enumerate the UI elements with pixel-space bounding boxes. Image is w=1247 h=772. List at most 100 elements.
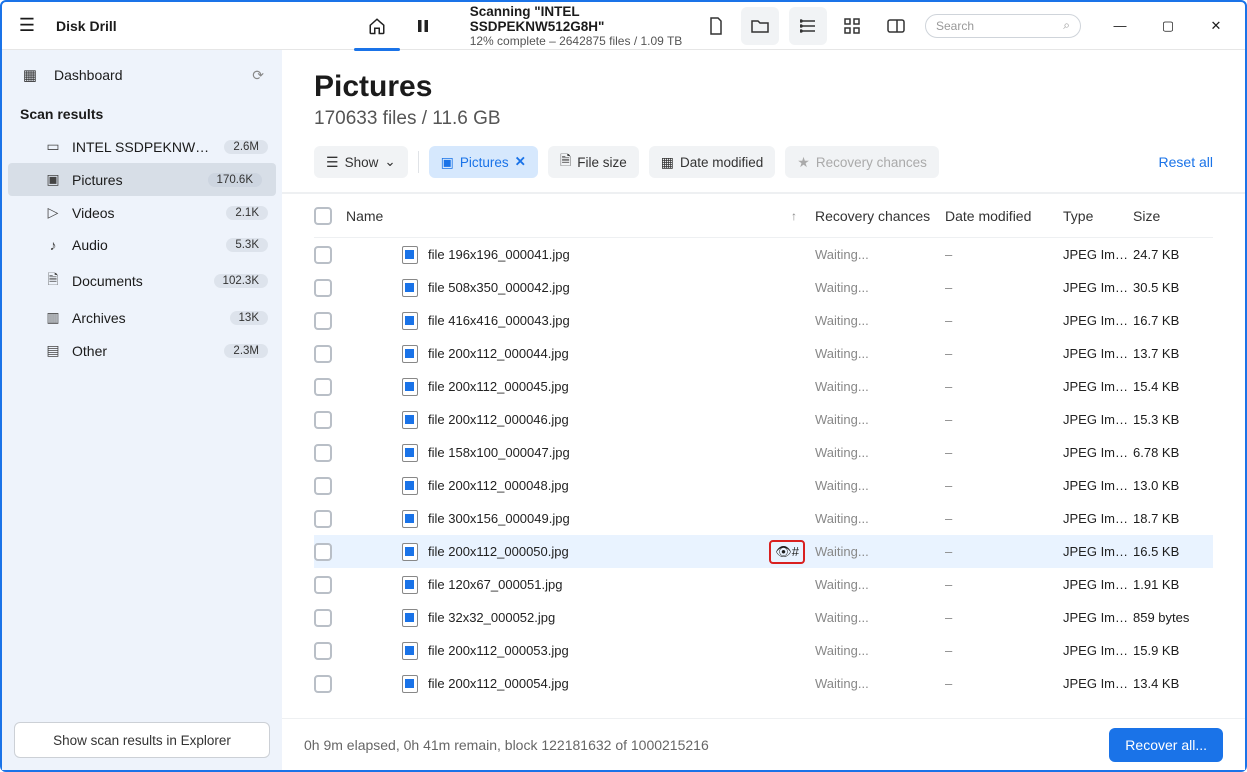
sidebar-item-documents[interactable]: 🗎 Documents 102.3K xyxy=(2,261,282,301)
row-checkbox[interactable] xyxy=(314,312,332,330)
table-row[interactable]: file 196x196_000041.jpgWaiting...–JPEG I… xyxy=(314,238,1213,271)
other-icon: ▤ xyxy=(44,342,62,359)
recovery-cell: Waiting... xyxy=(815,445,945,460)
table-row[interactable]: file 508x350_000042.jpgWaiting...–JPEG I… xyxy=(314,271,1213,304)
filter-date[interactable]: ▦ Date modified xyxy=(649,146,776,178)
show-dropdown[interactable]: ☰ Show ⌄ xyxy=(314,146,408,178)
scan-progress-text: 0h 9m elapsed, 0h 41m remain, block 1221… xyxy=(304,737,709,753)
row-checkbox[interactable] xyxy=(314,642,332,660)
row-checkbox[interactable] xyxy=(314,510,332,528)
file-name: file 158x100_000047.jpg xyxy=(428,445,805,460)
sidebar-item-label: Pictures xyxy=(72,172,198,188)
table-row[interactable]: file 158x100_000047.jpgWaiting...–JPEG I… xyxy=(314,436,1213,469)
type-cell: JPEG Im… xyxy=(1063,610,1133,625)
row-checkbox[interactable] xyxy=(314,411,332,429)
select-all-checkbox[interactable] xyxy=(314,207,332,225)
sidebar-item-other[interactable]: ▤ Other 2.3M xyxy=(2,334,282,367)
file-name-cell: file 200x112_000046.jpg xyxy=(346,411,815,429)
size-cell: 16.5 KB xyxy=(1133,544,1213,559)
file-name-cell: file 200x112_000044.jpg xyxy=(346,345,815,363)
file-icon xyxy=(402,312,418,330)
window-maximize[interactable]: ▢ xyxy=(1147,10,1189,42)
row-checkbox[interactable] xyxy=(314,675,332,693)
size-cell: 13.7 KB xyxy=(1133,346,1213,361)
type-cell: JPEG Im… xyxy=(1063,280,1133,295)
grid-view-icon[interactable] xyxy=(833,7,871,45)
file-name: file 196x196_000041.jpg xyxy=(428,247,805,262)
file-name-cell: file 120x67_000051.jpg xyxy=(346,576,815,594)
type-cell: JPEG Im… xyxy=(1063,379,1133,394)
file-name-cell: file 200x112_000054.jpg xyxy=(346,675,815,693)
date-cell: – xyxy=(945,346,1063,361)
menu-icon[interactable]: ☰ xyxy=(10,15,44,36)
file-name-cell: file 196x196_000041.jpg xyxy=(346,246,815,264)
sidebar-item-archives[interactable]: ▥ Archives 13K xyxy=(2,301,282,334)
type-cell: JPEG Im… xyxy=(1063,247,1133,262)
column-name[interactable]: Name ↑ xyxy=(346,208,815,224)
folder-view-icon[interactable] xyxy=(741,7,779,45)
row-checkbox[interactable] xyxy=(314,279,332,297)
disk-icon: ▭ xyxy=(44,138,62,155)
table-row[interactable]: file 200x112_000053.jpgWaiting...–JPEG I… xyxy=(314,634,1213,667)
show-in-explorer-button[interactable]: Show scan results in Explorer xyxy=(14,722,270,758)
table-row[interactable]: file 120x67_000051.jpgWaiting...–JPEG Im… xyxy=(314,568,1213,601)
recovery-cell: Waiting... xyxy=(815,544,945,559)
search-input[interactable]: Search ⌕ xyxy=(925,14,1081,38)
sidebar-item-videos[interactable]: ▷ Videos 2.1K xyxy=(2,196,282,229)
row-checkbox[interactable] xyxy=(314,576,332,594)
table-row[interactable]: file 200x112_000054.jpgWaiting...–JPEG I… xyxy=(314,667,1213,700)
table-row[interactable]: file 416x416_000043.jpgWaiting...–JPEG I… xyxy=(314,304,1213,337)
sidebar-item-pictures[interactable]: ▣ Pictures 170.6K xyxy=(8,163,276,196)
filter-filesize[interactable]: 🗎 File size xyxy=(548,146,639,178)
row-checkbox[interactable] xyxy=(314,477,332,495)
preview-icon[interactable]: 👁 xyxy=(775,544,792,559)
size-cell: 13.0 KB xyxy=(1133,478,1213,493)
document-view-icon[interactable] xyxy=(697,7,735,45)
table-row[interactable]: file 32x32_000052.jpgWaiting...–JPEG Im…… xyxy=(314,601,1213,634)
count-badge: 170.6K xyxy=(208,173,262,187)
row-checkbox[interactable] xyxy=(314,543,332,561)
close-icon[interactable]: ✕ xyxy=(515,154,526,170)
filter-pictures[interactable]: ▣ Pictures ✕ xyxy=(429,146,538,178)
table-row[interactable]: file 300x156_000049.jpgWaiting...–JPEG I… xyxy=(314,502,1213,535)
type-cell: JPEG Im… xyxy=(1063,577,1133,592)
date-cell: – xyxy=(945,511,1063,526)
reset-all-link[interactable]: Reset all xyxy=(1159,154,1213,170)
column-type[interactable]: Type xyxy=(1063,208,1133,224)
table-row[interactable]: file 200x112_000050.jpg👁#Waiting...–JPEG… xyxy=(314,535,1213,568)
table-row[interactable]: file 200x112_000046.jpgWaiting...–JPEG I… xyxy=(314,403,1213,436)
column-recovery[interactable]: Recovery chances xyxy=(815,208,945,224)
row-checkbox[interactable] xyxy=(314,378,332,396)
row-checkbox[interactable] xyxy=(314,444,332,462)
row-checkbox[interactable] xyxy=(314,246,332,264)
main-panel: Pictures 170633 files / 11.6 GB ☰ Show ⌄… xyxy=(282,50,1245,770)
date-cell: – xyxy=(945,643,1063,658)
row-checkbox[interactable] xyxy=(314,609,332,627)
window-minimize[interactable]: — xyxy=(1099,10,1141,42)
column-size[interactable]: Size xyxy=(1133,208,1213,224)
sidebar-item-audio[interactable]: ♪ Audio 5.3K xyxy=(2,229,282,261)
table-row[interactable]: file 200x112_000044.jpgWaiting...–JPEG I… xyxy=(314,337,1213,370)
split-view-icon[interactable] xyxy=(877,7,915,45)
column-date[interactable]: Date modified xyxy=(945,208,1063,224)
size-cell: 859 bytes xyxy=(1133,610,1213,625)
table-row[interactable]: file 200x112_000045.jpgWaiting...–JPEG I… xyxy=(314,370,1213,403)
row-checkbox[interactable] xyxy=(314,345,332,363)
file-name-cell: file 32x32_000052.jpg xyxy=(346,609,815,627)
recover-all-button[interactable]: Recover all... xyxy=(1109,728,1223,762)
type-cell: JPEG Im… xyxy=(1063,313,1133,328)
filter-bar: ☰ Show ⌄ ▣ Pictures ✕ 🗎 File size ▦ Date… xyxy=(282,140,1245,194)
home-button[interactable] xyxy=(358,7,396,45)
size-cell: 13.4 KB xyxy=(1133,676,1213,691)
size-cell: 15.9 KB xyxy=(1133,643,1213,658)
list-view-icon[interactable] xyxy=(789,7,827,45)
date-cell: – xyxy=(945,676,1063,691)
sidebar-dashboard[interactable]: ▦ Dashboard ⟳ xyxy=(2,56,282,94)
count-badge: 2.1K xyxy=(226,206,268,220)
sidebar-item-disk[interactable]: ▭ INTEL SSDPEKNW512G… 2.6M xyxy=(2,130,282,163)
pause-button[interactable] xyxy=(404,7,442,45)
hex-icon[interactable]: # xyxy=(792,544,799,559)
count-badge: 102.3K xyxy=(214,274,268,288)
window-close[interactable]: ✕ xyxy=(1195,10,1237,42)
table-row[interactable]: file 200x112_000048.jpgWaiting...–JPEG I… xyxy=(314,469,1213,502)
